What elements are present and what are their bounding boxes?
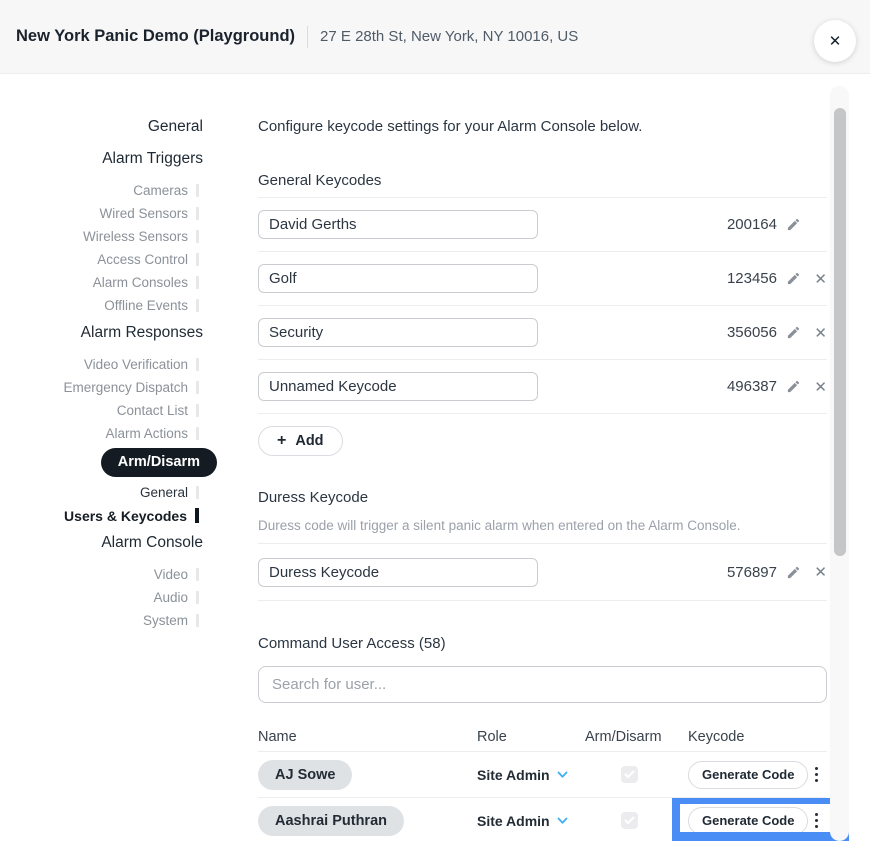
remove-icon[interactable]: ✕ [801,270,827,288]
general-keycodes-title: General Keycodes [258,172,827,190]
header: New York Panic Demo (Playground) 27 E 28… [0,0,870,74]
nav-tick [196,568,199,581]
sidebar-item-alarm-consoles[interactable]: Alarm Consoles [93,271,217,294]
settings-sidebar: General Alarm Triggers Cameras Wired Sen… [0,118,217,843]
generate-code-button[interactable]: Generate Code [688,761,808,789]
keycode-row: 200164 ✕ [258,198,827,252]
keycode-value: 200164 [727,216,777,233]
remove-icon[interactable]: ✕ [801,563,827,581]
close-button[interactable]: ✕ [814,20,856,62]
keycode-name-input[interactable] [258,318,538,347]
nav-tick-selected [195,508,199,523]
kebab-menu-icon[interactable] [813,811,821,831]
nav-tick [196,591,199,604]
nav-tick [196,486,199,499]
sidebar-item-wired-sensors[interactable]: Wired Sensors [99,202,217,225]
sidebar-item-alarm-responses[interactable]: Alarm Responses [81,324,217,342]
nav-tick [196,358,199,371]
keycode-value: 123456 [727,270,777,287]
sidebar-item-arm-disarm-general[interactable]: General [140,481,217,504]
nav-tick [196,404,199,417]
sidebar-item-alarm-console[interactable]: Alarm Console [101,534,217,552]
table-row: AJ Sowe Site Admin Generate Code [258,752,827,798]
sidebar-item-video[interactable]: Video [154,563,217,586]
column-role: Role [477,729,585,745]
edit-icon[interactable] [786,565,801,580]
nav-tick [196,230,199,243]
sidebar-item-general[interactable]: General [148,118,217,136]
keycode-settings-panel: Configure keycode settings for your Alar… [258,118,827,843]
sidebar-item-offline-events[interactable]: Offline Events [104,294,217,317]
sidebar-item-audio[interactable]: Audio [153,586,217,609]
keycode-name-input[interactable] [258,372,538,401]
header-divider [307,26,308,48]
sidebar-item-alarm-triggers[interactable]: Alarm Triggers [102,150,217,168]
sidebar-item-emergency-dispatch[interactable]: Emergency Dispatch [63,376,217,399]
nav-tick [196,614,199,627]
sidebar-item-users-keycodes[interactable]: Users & Keycodes [64,504,217,527]
close-icon: ✕ [829,32,842,50]
keycode-value: 576897 [727,564,777,581]
table-row: Aashrai Puthran Site Admin Generate Code [258,798,827,843]
user-name-pill: AJ Sowe [258,760,352,790]
duress-keycode-row: 576897 ✕ [258,544,827,601]
keycode-name-input[interactable] [258,264,538,293]
nav-tick [196,381,199,394]
remove-icon[interactable]: ✕ [801,378,827,396]
duress-description: Duress code will trigger a silent panic … [258,517,827,534]
sidebar-item-alarm-actions[interactable]: Alarm Actions [105,422,217,445]
keycode-name-input[interactable] [258,210,538,239]
chevron-down-icon [557,817,568,825]
content: General Alarm Triggers Cameras Wired Sen… [0,74,870,843]
keycode-row: 496387 ✕ [258,360,827,414]
edit-icon[interactable] [786,379,801,394]
generate-code-button[interactable]: Generate Code [688,807,808,835]
arm-disarm-checkbox[interactable] [621,812,638,829]
sidebar-item-contact-list[interactable]: Contact List [117,399,217,422]
sidebar-item-video-verification[interactable]: Video Verification [84,353,217,376]
table-header: Name Role Arm/Disarm Keycode [258,723,827,752]
add-keycode-button[interactable]: + Add [258,426,343,456]
intro-text: Configure keycode settings for your Alar… [258,118,827,136]
page-title: New York Panic Demo (Playground) [16,27,295,46]
edit-icon[interactable] [786,217,801,232]
sidebar-item-wireless-sensors[interactable]: Wireless Sensors [83,225,217,248]
duress-keycode-input[interactable] [258,558,538,587]
column-keycode: Keycode [688,729,827,745]
search-input[interactable] [258,666,827,703]
nav-tick [196,276,199,289]
keycode-row: 356056 ✕ [258,306,827,360]
nav-tick [196,427,199,440]
chevron-down-icon [557,771,568,779]
plus-icon: + [277,433,286,449]
sidebar-item-arm-disarm-active[interactable]: Arm/Disarm [101,448,217,477]
sidebar-item-cameras[interactable]: Cameras [133,179,217,202]
nav-tick [196,207,199,220]
arm-disarm-checkbox[interactable] [621,766,638,783]
nav-tick [196,253,199,266]
command-user-access-title: Command User Access (58) [258,635,827,653]
keycode-value: 356056 [727,324,777,341]
role-dropdown[interactable]: Site Admin [477,813,585,829]
sidebar-item-system[interactable]: System [143,609,217,632]
nav-tick [196,299,199,312]
kebab-menu-icon[interactable] [813,765,821,785]
duress-keycode-title: Duress Keycode [258,489,827,507]
scrollbar-thumb[interactable] [834,108,846,556]
edit-icon[interactable] [786,325,801,340]
sidebar-item-access-control[interactable]: Access Control [97,248,217,271]
site-address: 27 E 28th St, New York, NY 10016, US [320,28,578,45]
keycode-value: 496387 [727,378,777,395]
user-name-pill: Aashrai Puthran [258,806,404,836]
nav-tick [196,184,199,197]
keycode-row: 123456 ✕ [258,252,827,306]
column-name: Name [258,729,477,745]
remove-icon[interactable]: ✕ [801,324,827,342]
column-arm-disarm: Arm/Disarm [585,729,688,745]
role-dropdown[interactable]: Site Admin [477,767,585,783]
edit-icon[interactable] [786,271,801,286]
